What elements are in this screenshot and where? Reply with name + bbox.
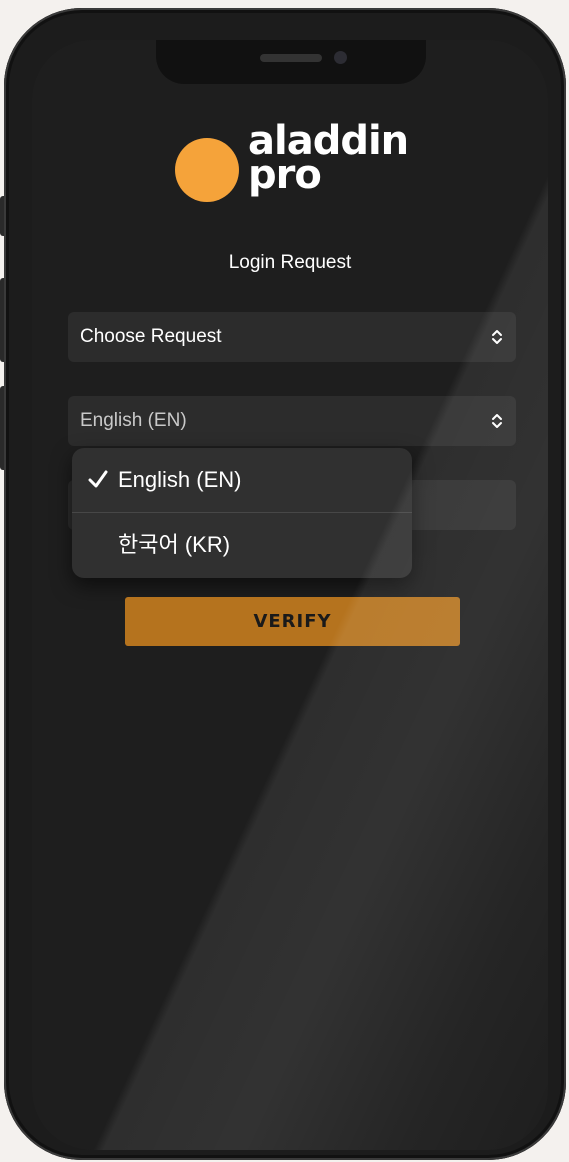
- language-dropdown-menu: English (EN) 한국어 (KR): [72, 448, 412, 578]
- chevron-updown-icon: [490, 312, 504, 362]
- verify-button[interactable]: VERIFY: [125, 597, 460, 646]
- front-camera: [334, 51, 347, 64]
- language-option-english[interactable]: English (EN): [72, 448, 412, 512]
- phone-screen: aladdin pro Login Request Choose Request…: [32, 40, 548, 1150]
- language-select[interactable]: English (EN): [68, 396, 516, 446]
- brand-logo: aladdin pro: [248, 121, 409, 195]
- device-frame: aladdin pro Login Request Choose Request…: [0, 0, 569, 1162]
- chevron-updown-icon: [490, 396, 504, 446]
- language-option-korean[interactable]: 한국어 (KR): [72, 513, 412, 577]
- speaker-grille: [260, 54, 322, 62]
- language-option-label: 한국어 (KR): [118, 532, 231, 557]
- brand-logo-circle: [175, 138, 239, 202]
- notch: [156, 40, 426, 84]
- language-option-label: English (EN): [118, 467, 242, 492]
- request-select-value: Choose Request: [80, 326, 222, 347]
- screen-glare: [32, 40, 548, 1150]
- page-title: Login Request: [228, 252, 352, 273]
- language-select-value: English (EN): [80, 410, 187, 431]
- phone-body: aladdin pro Login Request Choose Request…: [4, 8, 566, 1160]
- request-select[interactable]: Choose Request: [68, 312, 516, 362]
